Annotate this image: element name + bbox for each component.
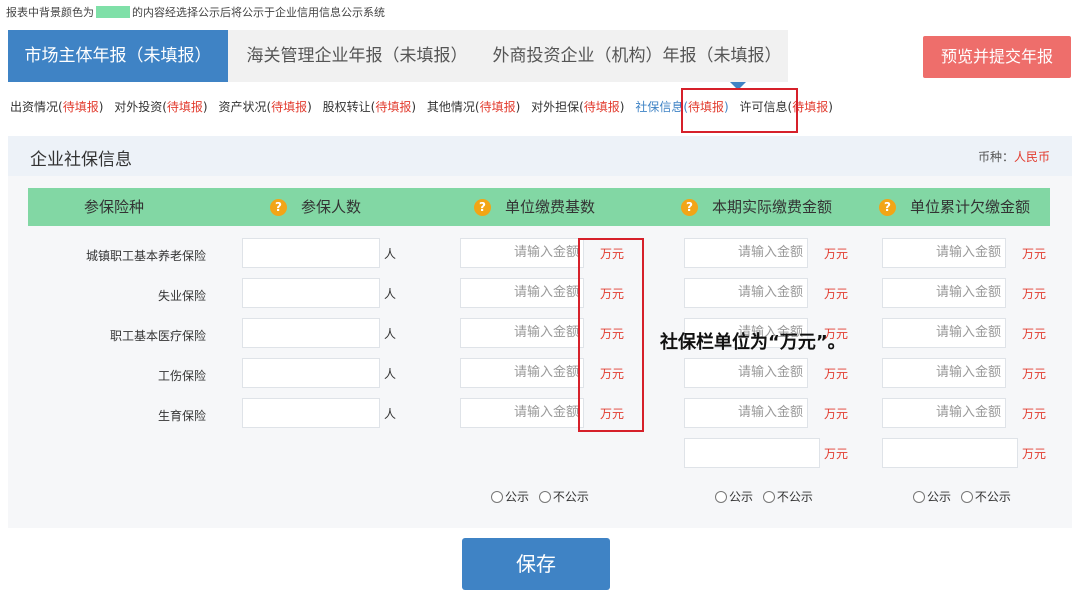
preview-submit-button[interactable]: 预览并提交年报 — [923, 36, 1071, 78]
tab-market-entity[interactable]: 市场主体年报（未填报） — [8, 30, 228, 82]
unit-wan: 万元 — [1022, 327, 1047, 341]
subnav-item-guarantee[interactable]: 对外担保(待填报) — [531, 98, 624, 115]
payment-base-input[interactable]: 请输入金额 — [460, 238, 584, 268]
color-swatch — [96, 6, 130, 18]
unit-wan: 万元 — [824, 247, 849, 261]
help-icon[interactable]: ? — [474, 199, 491, 216]
insured-count-input[interactable] — [242, 358, 380, 388]
highlight-box-social-security — [681, 88, 798, 133]
arrears-input[interactable]: 请输入金额 — [882, 398, 1006, 428]
unit-person: 人 — [384, 407, 397, 421]
actual-payment-input[interactable]: 请输入金额 — [684, 238, 808, 268]
help-icon[interactable]: ? — [879, 199, 896, 216]
actual-payment-input[interactable]: 请输入金额 — [684, 358, 808, 388]
unit-wan: 万元 — [1022, 367, 1047, 381]
unit-wan: 万元 — [824, 367, 849, 381]
header-insurance-type: 参保险种 — [84, 198, 145, 216]
actual-payment-total-input[interactable] — [684, 438, 820, 468]
radio-private[interactable] — [762, 491, 775, 503]
unit-highlight-box — [578, 238, 644, 432]
unit-wan: 万元 — [1022, 447, 1047, 461]
currency-value: 人民币 — [1013, 150, 1050, 164]
row-label: 失业保险 — [157, 289, 206, 303]
tab-customs[interactable]: 海关管理企业年报（未填报） — [228, 30, 486, 82]
unit-wan: 万元 — [824, 407, 849, 421]
payment-base-input[interactable]: 请输入金额 — [460, 398, 584, 428]
insured-count-input[interactable] — [242, 238, 380, 268]
actual-payment-input[interactable]: 请输入金额 — [684, 398, 808, 428]
row-label: 职工基本医疗保险 — [109, 329, 206, 343]
disclosure-radio-arrears: 公示 不公示 — [913, 488, 1011, 505]
unit-person: 人 — [384, 247, 397, 261]
subnav-item-investment[interactable]: 对外投资(待填报) — [114, 98, 207, 115]
payment-base-input[interactable]: 请输入金额 — [460, 318, 584, 348]
insured-count-input[interactable] — [242, 398, 380, 428]
insured-count-input[interactable] — [242, 318, 380, 348]
arrears-input[interactable]: 请输入金额 — [882, 238, 1006, 268]
unit-wan: 万元 — [1022, 247, 1047, 261]
row-label: 城镇职工基本养老保险 — [85, 249, 206, 263]
unit-person: 人 — [384, 367, 397, 381]
actual-payment-input[interactable]: 请输入金额 — [684, 278, 808, 308]
notice-text: 报表中背景颜色为 的内容经选择公示后将公示于企业信用信息公示系统 — [6, 4, 385, 20]
unit-wan: 万元 — [1022, 287, 1047, 301]
insured-count-input[interactable] — [242, 278, 380, 308]
payment-base-input[interactable]: 请输入金额 — [460, 278, 584, 308]
header-accumulated-arrears: ? 单位累计欠缴金额 — [879, 188, 1030, 226]
radio-private[interactable] — [538, 491, 551, 503]
subnav-item-other[interactable]: 其他情况(待填报) — [427, 98, 520, 115]
unit-person: 人 — [384, 327, 397, 341]
notice-suffix: 的内容经选择公示后将公示于企业信用信息公示系统 — [132, 6, 385, 19]
unit-wan: 万元 — [824, 447, 849, 461]
table-header: 参保险种 ? 参保人数 ? 单位缴费基数 ? 本期实际缴费金额 ? 单位累计欠缴金额 — [28, 188, 1050, 226]
radio-public[interactable] — [715, 491, 727, 503]
arrears-total-input[interactable] — [882, 438, 1018, 468]
subnav-item-assets[interactable]: 资产状况(待填报) — [218, 98, 311, 115]
save-button[interactable]: 保存 — [462, 538, 610, 590]
panel-title: 企业社保信息 — [30, 150, 132, 170]
payment-base-input[interactable]: 请输入金额 — [460, 358, 584, 388]
notice-prefix: 报表中背景颜色为 — [6, 6, 94, 19]
header-payment-base: ? 单位缴费基数 — [474, 188, 595, 226]
panel-header: 企业社保信息 币种：人民币 — [8, 136, 1072, 176]
header-actual-payment: ? 本期实际缴费金额 — [681, 188, 832, 226]
currency-label: 币种：人民币 — [977, 150, 1050, 164]
unit-person: 人 — [384, 287, 397, 301]
unit-callout-text: 社保栏单位为“万元”。 — [660, 332, 846, 353]
radio-public[interactable] — [491, 491, 503, 503]
arrears-input[interactable]: 请输入金额 — [882, 358, 1006, 388]
arrears-input[interactable]: 请输入金额 — [882, 318, 1006, 348]
row-label: 工伤保险 — [157, 369, 206, 383]
help-icon[interactable]: ? — [681, 199, 698, 216]
help-icon[interactable]: ? — [270, 199, 287, 216]
radio-private[interactable] — [960, 491, 973, 503]
subnav-item-capital[interactable]: 出资情况(待填报) — [10, 98, 103, 115]
arrears-input[interactable]: 请输入金额 — [882, 278, 1006, 308]
disclosure-radio-payment-base: 公示 不公示 — [491, 488, 589, 505]
subnav-item-equity[interactable]: 股权转让(待填报) — [323, 98, 416, 115]
radio-public[interactable] — [913, 491, 925, 503]
tab-foreign-investment[interactable]: 外商投资企业（机构）年报（未填报） — [486, 30, 788, 82]
unit-wan: 万元 — [824, 287, 849, 301]
disclosure-radio-actual-payment: 公示 不公示 — [715, 488, 813, 505]
unit-wan: 万元 — [1022, 407, 1047, 421]
row-label: 生育保险 — [157, 409, 206, 423]
header-insured-count: ? 参保人数 — [270, 188, 361, 226]
